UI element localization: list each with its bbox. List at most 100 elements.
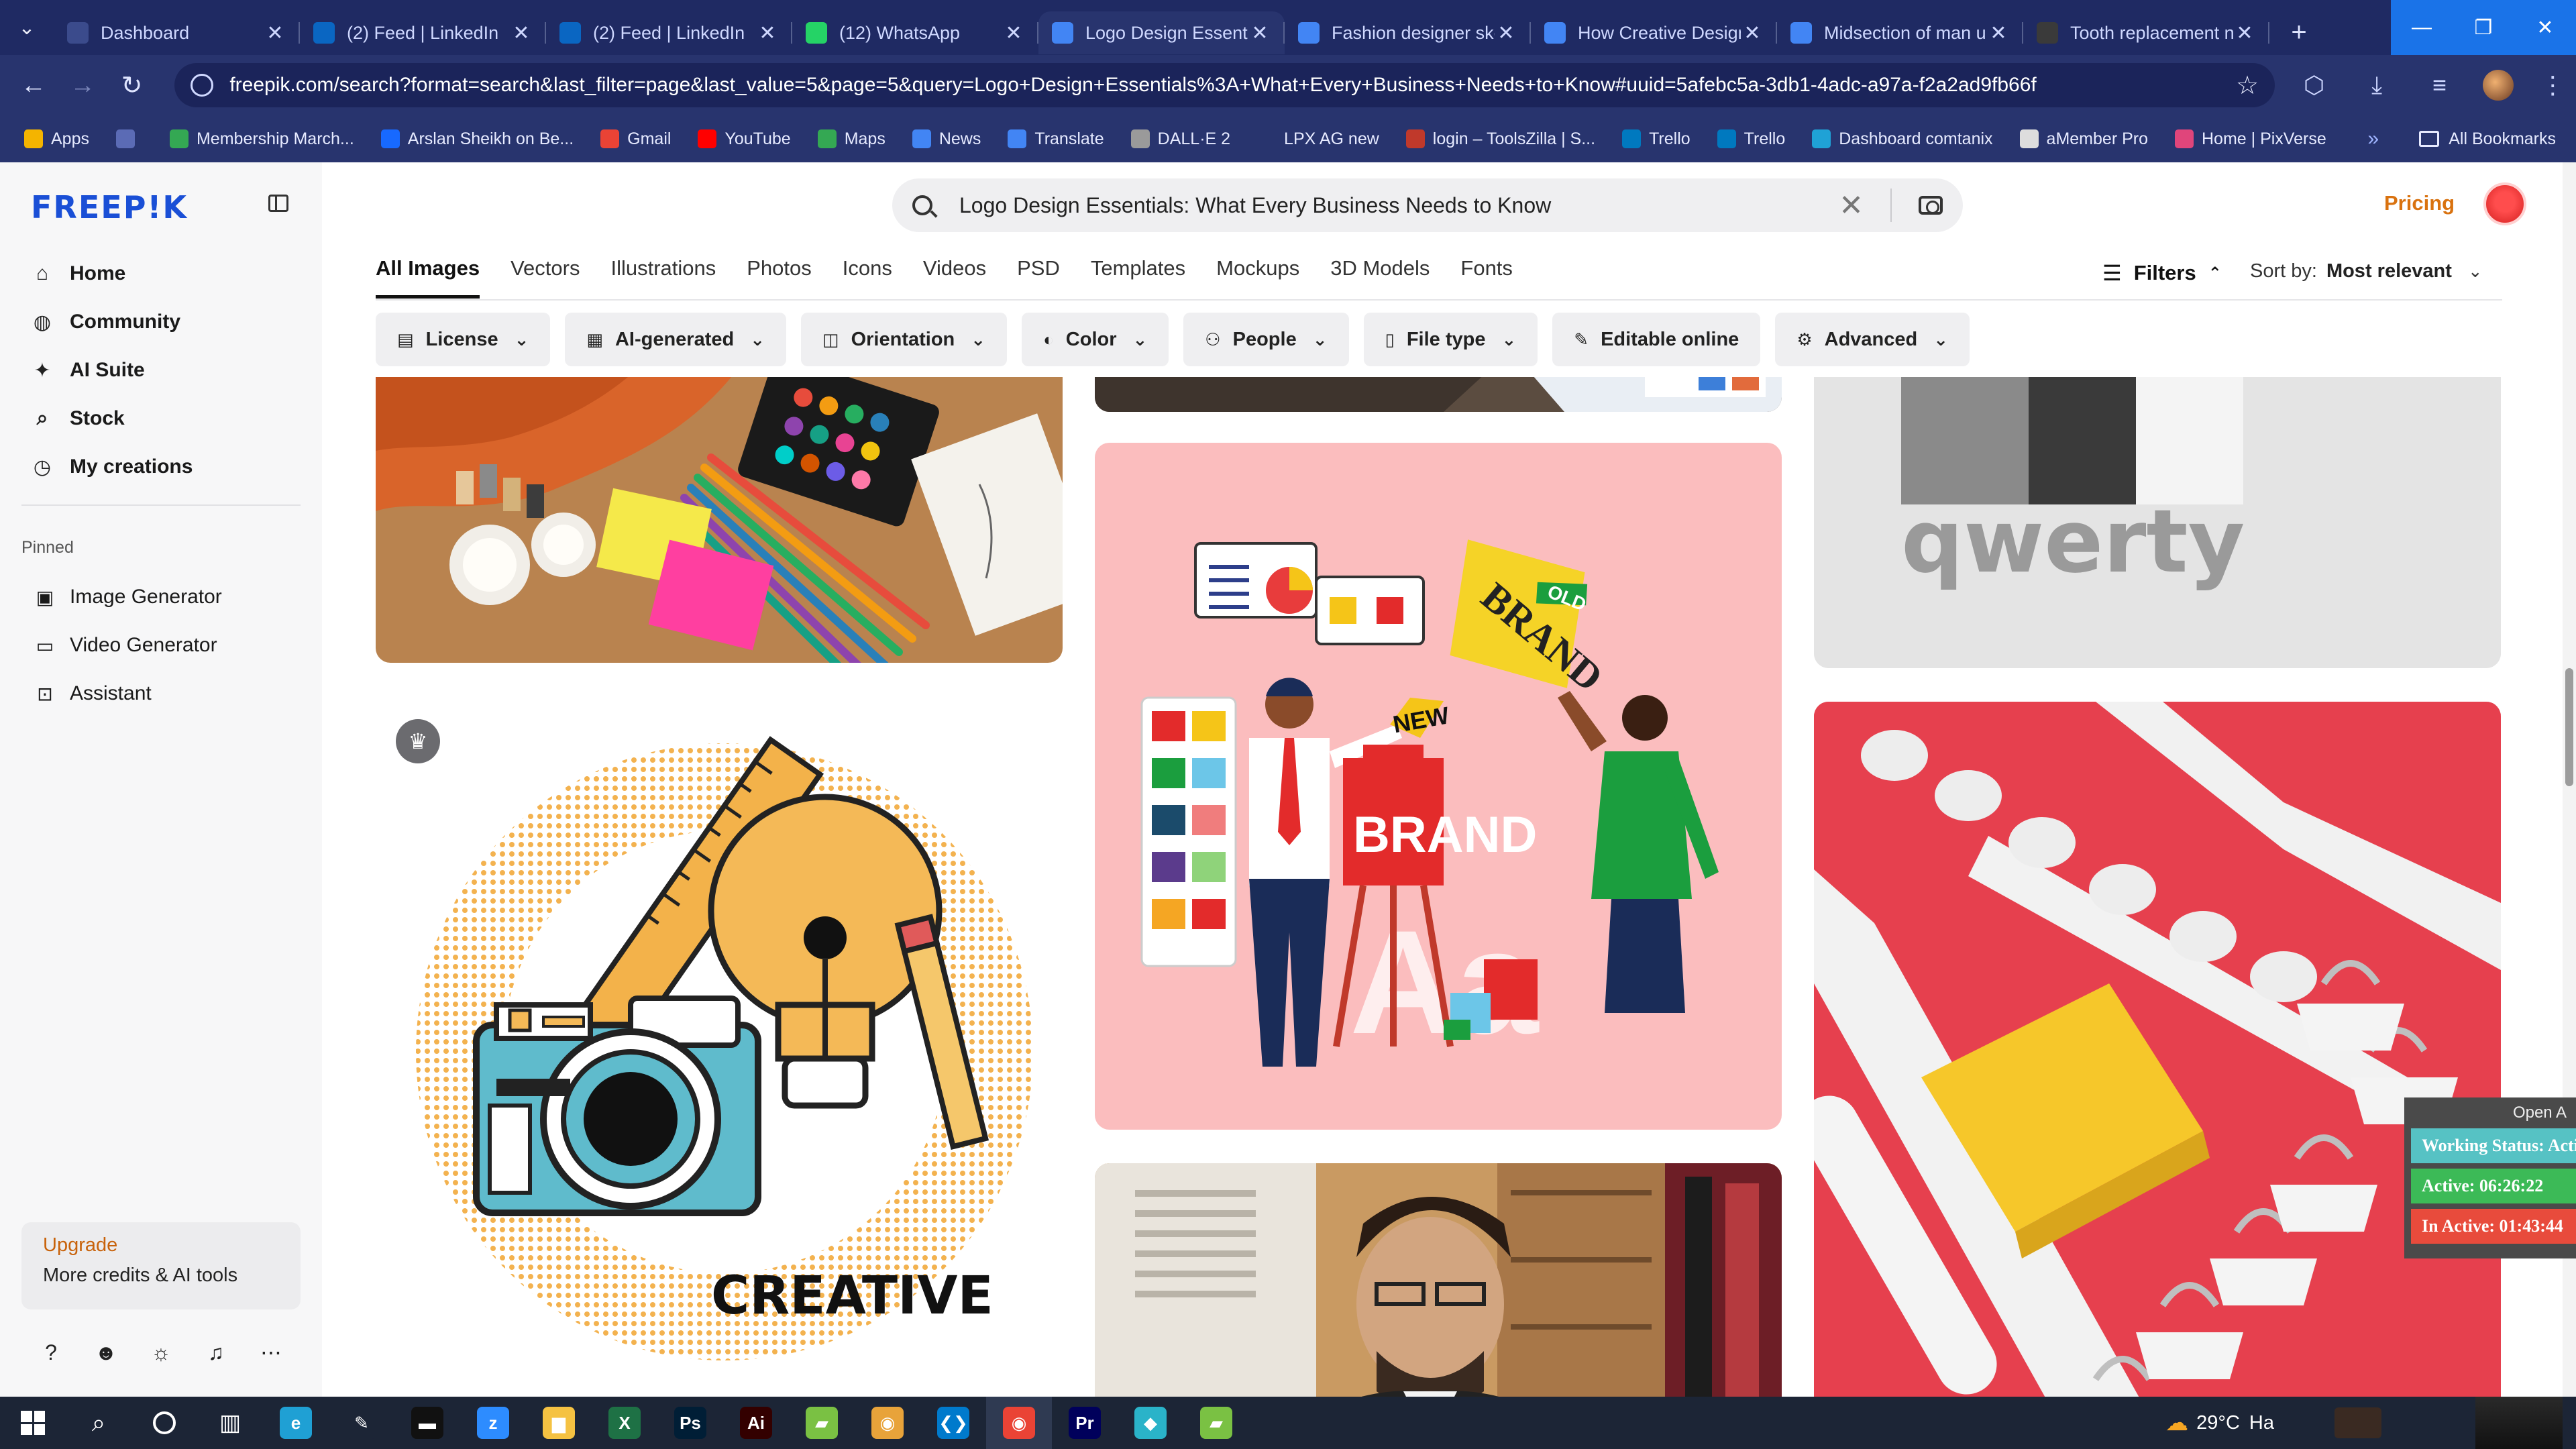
more-icon[interactable]: ⋯	[251, 1340, 291, 1365]
tab-title[interactable]: (2) Feed | LinkedIn	[347, 23, 510, 44]
pinned-item-video-generator[interactable]: ▭ Video Generator	[0, 621, 322, 669]
edge-icon[interactable]: e	[263, 1397, 329, 1449]
excel-icon[interactable]: X	[592, 1397, 657, 1449]
browser-tab[interactable]: Midsection of man u ✕	[1777, 11, 2023, 54]
tab-title[interactable]: Tooth replacement n	[2070, 23, 2233, 44]
bookmark-item[interactable]: Trello	[1717, 129, 1785, 149]
bookmark-item[interactable]: Apps	[24, 129, 89, 149]
tab-all-images[interactable]: All Images	[376, 256, 480, 299]
tab-illustrations[interactable]: Illustrations	[610, 256, 716, 299]
app-icon[interactable]: ◆	[1118, 1397, 1183, 1449]
browser-tab[interactable]: Fashion designer ske ✕	[1285, 11, 1531, 54]
new-tab-button[interactable]: +	[2277, 11, 2320, 54]
bookmark-item[interactable]: LPX AG new	[1257, 129, 1379, 149]
windows-start-icon[interactable]	[0, 1397, 66, 1449]
tab-close-icon[interactable]: ✕	[264, 21, 286, 45]
pen-icon[interactable]: ✎	[329, 1397, 394, 1449]
bookmark-item[interactable]: aMember Pro	[2019, 129, 2148, 149]
sidebar-item-ai-suite[interactable]: ✦ AI Suite	[0, 346, 322, 394]
tab-icons[interactable]: Icons	[843, 256, 892, 299]
freepik-logo[interactable]: FREEP!K	[31, 189, 188, 225]
tab-photos[interactable]: Photos	[747, 256, 812, 299]
weather-text[interactable]: Ha	[2249, 1412, 2274, 1434]
tab-close-icon[interactable]: ✕	[1495, 21, 1517, 45]
search-bar[interactable]: Logo Design Essentials: What Every Busin…	[892, 178, 1963, 232]
illustrator-icon[interactable]: Ai	[723, 1397, 789, 1449]
filter-chip-color[interactable]: ◐ Color ⌄	[1022, 313, 1169, 366]
cortana-icon[interactable]	[131, 1397, 197, 1449]
sort-dropdown[interactable]: Sort by: Most relevant ⌄	[2250, 260, 2483, 282]
bookmark-item[interactable]: login – ToolsZilla | S...	[1405, 129, 1595, 149]
all-bookmarks-label[interactable]: All Bookmarks	[2449, 129, 2556, 149]
file-explorer-icon[interactable]: ▆	[526, 1397, 592, 1449]
discord-icon[interactable]: ☻	[86, 1340, 126, 1365]
sidebar-item-my-creations[interactable]: ◷ My creations	[0, 443, 322, 491]
result-card-art-supplies[interactable]	[376, 377, 1063, 663]
widget-header[interactable]: Open A	[2404, 1097, 2576, 1128]
user-avatar[interactable]	[2483, 182, 2526, 225]
result-card-qwerty[interactable]: qwerty	[1814, 377, 2501, 668]
tab-title[interactable]: (12) WhatsApp	[839, 23, 1002, 44]
browser-tab[interactable]: How Creative Design ✕	[1531, 11, 1777, 54]
tab-vectors[interactable]: Vectors	[511, 256, 580, 299]
bookmark-item[interactable]: Translate	[1008, 129, 1104, 149]
bookmark-label[interactable]: Arslan Sheikh on Be...	[408, 129, 574, 149]
tab-mockups[interactable]: Mockups	[1216, 256, 1299, 299]
bookmark-item[interactable]: Dashboard comtanix	[1812, 129, 1993, 149]
bookmark-label[interactable]: Membership March...	[197, 129, 354, 149]
tab-close-icon[interactable]: ✕	[1987, 21, 2010, 45]
tab-fonts[interactable]: Fonts	[1460, 256, 1513, 299]
bookmark-item[interactable]: Maps	[817, 129, 885, 149]
bookmark-label[interactable]: Maps	[845, 129, 885, 149]
pinned-item-image-generator[interactable]: ▣ Image Generator	[0, 573, 322, 621]
tab-title[interactable]: How Creative Design	[1578, 23, 1741, 44]
filter-chip-advanced[interactable]: ⚙ Advanced ⌄	[1775, 313, 1970, 366]
bookmark-label[interactable]: Apps	[51, 129, 89, 149]
url-text[interactable]: freepik.com/search?format=search&last_fi…	[229, 74, 2236, 97]
tab-close-icon[interactable]: ✕	[1741, 21, 1764, 45]
sheets-icon[interactable]: ▰	[789, 1397, 855, 1449]
filter-chip-orientation[interactable]: ◫ Orientation ⌄	[801, 313, 1008, 366]
chrome-profile-icon[interactable]: ◉	[986, 1397, 1052, 1449]
filter-chip-license[interactable]: ▤ License ⌄	[376, 313, 551, 366]
bookmark-label[interactable]: LPX AG new	[1284, 129, 1379, 149]
bookmark-label[interactable]: YouTube	[724, 129, 790, 149]
browser-tab[interactable]: (2) Feed | LinkedIn ✕	[546, 11, 792, 54]
tab-search-icon[interactable]: ⌄	[0, 0, 54, 55]
pricing-link[interactable]: Pricing	[2384, 191, 2455, 215]
profile-avatar[interactable]	[2483, 70, 2514, 101]
bookmark-item[interactable]: Arslan Sheikh on Be...	[380, 129, 574, 149]
working-status-widget[interactable]: Open A Working Status: Active Active: 06…	[2404, 1097, 2576, 1258]
clear-search-icon[interactable]: ✕	[1839, 189, 1864, 223]
bookmark-label[interactable]: Gmail	[627, 129, 671, 149]
tab-title[interactable]: Fashion designer ske	[1332, 23, 1495, 44]
tab-close-icon[interactable]: ✕	[2233, 21, 2256, 45]
tab-templates[interactable]: Templates	[1091, 256, 1185, 299]
camera-search-icon[interactable]	[1919, 196, 1943, 215]
bell-icon[interactable]: ♫	[196, 1340, 236, 1365]
help-icon[interactable]: ?	[31, 1340, 71, 1365]
forward-button[interactable]: →	[62, 65, 102, 105]
scroll-thumb[interactable]	[2565, 668, 2573, 786]
media-icon[interactable]: ≡	[2416, 63, 2463, 107]
browser-tab[interactable]: Dashboard ✕	[54, 11, 300, 54]
bookmark-item[interactable]	[115, 129, 143, 148]
task-view-icon[interactable]: ▥	[197, 1397, 263, 1449]
theme-icon[interactable]: ☼	[141, 1340, 181, 1365]
tab-title[interactable]: Midsection of man u	[1824, 23, 1987, 44]
bookmark-label[interactable]: DALL·E 2	[1158, 129, 1230, 149]
tab-title[interactable]: (2) Feed | LinkedIn	[593, 23, 756, 44]
result-card-creative[interactable]: CREATIVE ♛	[376, 690, 1063, 1397]
bookmark-item[interactable]: Gmail	[600, 129, 671, 149]
zoom-icon[interactable]: z	[460, 1397, 526, 1449]
premiere-icon[interactable]: Pr	[1052, 1397, 1118, 1449]
chrome-icon[interactable]: ◉	[855, 1397, 920, 1449]
bookmark-item[interactable]: YouTube	[698, 129, 791, 149]
filter-chip-ai-generated[interactable]: ▦ AI-generated ⌄	[565, 313, 787, 366]
search-icon[interactable]	[912, 195, 932, 215]
sort-value[interactable]: Most relevant	[2326, 260, 2452, 282]
all-bookmarks[interactable]: » All Bookmarks	[2368, 115, 2556, 162]
site-info-icon[interactable]	[191, 74, 214, 97]
sheets-2-icon[interactable]: ▰	[1183, 1397, 1249, 1449]
upgrade-card[interactable]: Upgrade More credits & AI tools	[21, 1222, 301, 1309]
